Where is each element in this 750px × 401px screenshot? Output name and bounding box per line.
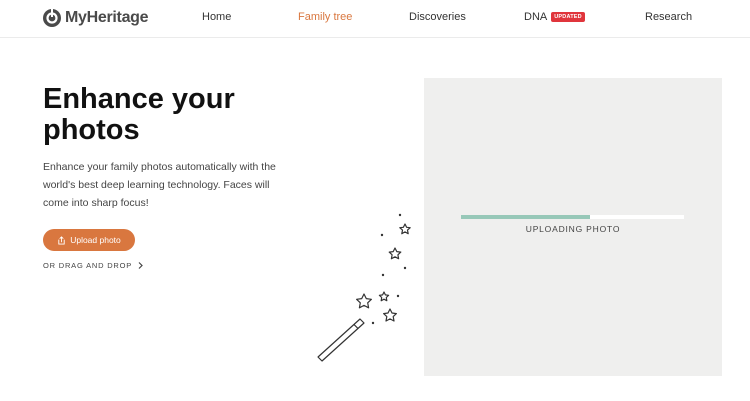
upload-progress-fill xyxy=(461,215,591,219)
upload-photo-button[interactable]: Upload photo xyxy=(43,229,135,251)
upload-photo-label: Upload photo xyxy=(70,235,121,245)
nav-home[interactable]: Home xyxy=(202,11,231,23)
updated-badge: UPDATED xyxy=(551,12,585,22)
magic-wand-icon xyxy=(317,213,411,362)
nav-dna[interactable]: DNA UPDATED xyxy=(524,11,585,23)
brand-name: MyHeritage xyxy=(65,9,149,26)
upload-progress-bar xyxy=(461,215,684,219)
myheritage-logo-icon xyxy=(43,9,61,27)
page-description: Enhance your family photos automatically… xyxy=(43,161,276,209)
upload-status-label: UPLOADING PHOTO xyxy=(525,224,621,234)
drag-and-drop-link[interactable]: OR DRAG AND DROP xyxy=(43,261,143,270)
nav-family-tree[interactable]: Family tree xyxy=(298,11,352,23)
nav-discoveries[interactable]: Discoveries xyxy=(409,11,466,23)
drag-and-drop-label: OR DRAG AND DROP xyxy=(43,261,133,270)
upload-icon xyxy=(58,235,65,245)
page-title: Enhance your photos xyxy=(43,83,235,146)
nav-research[interactable]: Research xyxy=(645,11,692,23)
nav-dna-label: DNA xyxy=(524,11,548,23)
brand-logo[interactable]: MyHeritage xyxy=(42,8,149,28)
top-nav-bar: MyHeritage Home Family tree Discoveries … xyxy=(0,0,750,38)
photo-upload-panel[interactable]: UPLOADING PHOTO xyxy=(424,78,722,376)
chevron-right-icon xyxy=(138,262,143,269)
